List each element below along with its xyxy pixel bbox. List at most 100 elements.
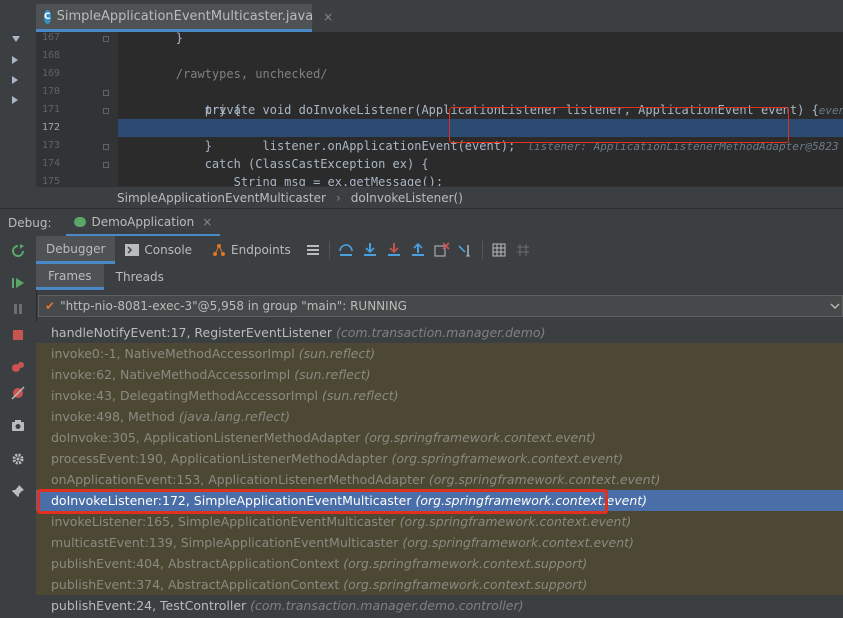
step-over-icon[interactable] bbox=[337, 242, 355, 258]
rerun-icon[interactable] bbox=[11, 244, 25, 258]
editor-file-tab[interactable]: C SimpleApplicationEventMulticaster.java… bbox=[36, 4, 333, 32]
tab-console-label: Console bbox=[144, 243, 193, 257]
debug-tool-header: Debug: DemoApplication × bbox=[0, 208, 843, 237]
frame-row[interactable]: publishEvent:374, AbstractApplicationCon… bbox=[36, 574, 843, 595]
pause-icon[interactable] bbox=[11, 302, 25, 316]
frame-method: processEvent:190, ApplicationListenerMet… bbox=[51, 451, 388, 466]
debug-title: Debug: bbox=[8, 216, 52, 230]
frame-method: handleNotifyEvent:17, RegisterEventListe… bbox=[51, 325, 332, 340]
stop-icon[interactable] bbox=[11, 328, 25, 342]
frame-row[interactable]: invokeListener:165, SimpleApplicationEve… bbox=[36, 511, 843, 532]
close-session-icon[interactable]: × bbox=[202, 215, 212, 229]
code-line: } bbox=[118, 32, 184, 45]
breadcrumb-separator: › bbox=[335, 190, 341, 205]
tab-endpoints[interactable]: Endpoints bbox=[202, 236, 301, 264]
frame-method: doInvoke:305, ApplicationListenerMethodA… bbox=[51, 430, 361, 445]
frame-row[interactable]: invoke:62, NativeMethodAccessorImpl (sun… bbox=[36, 364, 843, 385]
frame-row[interactable]: invoke0:-1, NativeMethodAccessorImpl (su… bbox=[36, 343, 843, 364]
drop-frame-icon[interactable] bbox=[433, 242, 451, 258]
editor-tab-bar: C SimpleApplicationEventMulticaster.java… bbox=[36, 0, 843, 33]
fold-marker-icon[interactable] bbox=[103, 108, 109, 114]
evaluate-expression-icon[interactable] bbox=[490, 242, 508, 258]
frame-package: (org.springframework.context.event) bbox=[428, 472, 661, 487]
expand-arrow-icon[interactable] bbox=[12, 36, 20, 42]
pin-icon[interactable] bbox=[11, 484, 25, 498]
debug-side-toolbar bbox=[0, 236, 37, 618]
line-number-current: 172 bbox=[41, 122, 60, 133]
fold-marker-icon[interactable] bbox=[103, 90, 109, 96]
tab-threads[interactable]: Threads bbox=[104, 264, 176, 290]
step-into-icon[interactable] bbox=[361, 242, 379, 258]
fold-marker-icon[interactable] bbox=[103, 162, 109, 168]
tab-frames[interactable]: Frames bbox=[36, 264, 104, 290]
java-class-icon: C bbox=[44, 9, 51, 24]
debug-session-tab[interactable]: DemoApplication × bbox=[65, 209, 221, 237]
code-line: catch (ClassCastException ex) { bbox=[118, 157, 429, 171]
frame-row[interactable]: invoke:43, DelegatingMethodAccessorImpl … bbox=[36, 385, 843, 406]
frame-row[interactable]: invoke:498, Method (java.lang.reflect) bbox=[36, 406, 843, 427]
camera-icon[interactable] bbox=[11, 418, 25, 432]
collapse-arrow-icon[interactable] bbox=[12, 96, 18, 104]
frame-row[interactable]: multicastEvent:139, SimpleApplicationEve… bbox=[36, 532, 843, 553]
collapse-arrow-icon[interactable] bbox=[12, 56, 18, 64]
collapse-arrow-icon[interactable] bbox=[12, 76, 18, 84]
frame-method: onApplicationEvent:153, ApplicationListe… bbox=[51, 472, 425, 487]
check-icon: ✔ bbox=[45, 299, 56, 313]
debugger-toolbar: Debugger Console Endpoints bbox=[36, 236, 843, 265]
fold-marker-icon[interactable] bbox=[103, 144, 109, 150]
frame-method: publishEvent:374, AbstractApplicationCon… bbox=[51, 577, 340, 592]
tab-debugger[interactable]: Debugger bbox=[36, 236, 116, 264]
frame-method: publishEvent:24, TestController bbox=[51, 598, 247, 613]
frame-package: (org.springframework.context.event) bbox=[391, 451, 624, 466]
file-tab-label: SimpleApplicationEventMulticaster.java bbox=[56, 9, 314, 24]
frame-row[interactable]: onApplicationEvent:153, ApplicationListe… bbox=[36, 469, 843, 490]
frame-package: (org.springframework.context.event) bbox=[402, 535, 634, 550]
frame-method: publishEvent:404, AbstractApplicationCon… bbox=[51, 556, 340, 571]
force-step-into-icon[interactable] bbox=[385, 242, 403, 258]
code-line-comment: /rawtypes, unchecked/ bbox=[118, 67, 328, 81]
breadcrumb-class[interactable]: SimpleApplicationEventMulticaster bbox=[117, 191, 326, 205]
breadcrumb: SimpleApplicationEventMulticaster › doIn… bbox=[36, 186, 843, 208]
tab-endpoints-label: Endpoints bbox=[231, 243, 291, 257]
frame-row[interactable]: publishEvent:24, TestController (com.tra… bbox=[36, 595, 843, 616]
line-number: 170 bbox=[41, 86, 60, 97]
fold-marker-icon[interactable] bbox=[103, 36, 109, 42]
chevron-down-icon[interactable] bbox=[828, 296, 842, 316]
view-breakpoints-icon[interactable] bbox=[11, 360, 25, 374]
line-number: 167 bbox=[41, 32, 60, 43]
frame-row[interactable]: handleNotifyEvent:17, RegisterEventListe… bbox=[36, 322, 843, 343]
endpoints-icon bbox=[213, 244, 226, 256]
line-number: 168 bbox=[41, 50, 60, 61]
frame-method: invoke:43, DelegatingMethodAccessorImpl bbox=[51, 388, 319, 403]
frame-package: (java.lang.reflect) bbox=[178, 409, 291, 424]
resume-icon[interactable] bbox=[11, 276, 25, 290]
breadcrumb-method[interactable]: doInvokeListener() bbox=[351, 191, 463, 205]
frame-package: (org.springframework.context.event) bbox=[364, 430, 596, 445]
tab-console[interactable]: Console bbox=[115, 236, 202, 264]
gear-icon[interactable] bbox=[11, 452, 25, 466]
step-out-icon[interactable] bbox=[409, 242, 427, 258]
run-to-cursor-icon[interactable] bbox=[457, 242, 475, 258]
frame-package: (org.springframework.context.support) bbox=[343, 577, 588, 592]
frame-row[interactable]: processEvent:190, ApplicationListenerMet… bbox=[36, 448, 843, 469]
frame-method: invoke0:-1, NativeMethodAccessorImpl bbox=[51, 346, 295, 361]
frame-package: (com.transaction.manager.demo.controller… bbox=[250, 598, 524, 613]
mute-breakpoints-icon[interactable] bbox=[11, 386, 25, 400]
tab-debugger-label: Debugger bbox=[46, 241, 106, 256]
thread-label: "http-nio-8081-exec-3"@5,958 in group "m… bbox=[60, 299, 407, 313]
annotation-highlight-box bbox=[37, 489, 608, 514]
close-tab-icon[interactable]: × bbox=[323, 10, 333, 24]
frame-package: (sun.reflect) bbox=[294, 367, 371, 382]
tab-frames-label: Frames bbox=[48, 268, 92, 283]
editor-gutter: 167 168 169 170 171 172 173 174 175 bbox=[36, 32, 118, 187]
project-tool-strip bbox=[0, 0, 36, 190]
frame-package: (org.springframework.context.event) bbox=[399, 514, 632, 529]
frame-row[interactable]: publishEvent:404, AbstractApplicationCon… bbox=[36, 553, 843, 574]
trace-icon[interactable] bbox=[514, 242, 532, 258]
frame-method: invoke:498, Method bbox=[51, 409, 175, 424]
frames-list: handleNotifyEvent:17, RegisterEventListe… bbox=[36, 322, 843, 618]
frame-row[interactable]: doInvoke:305, ApplicationListenerMethodA… bbox=[36, 427, 843, 448]
thread-selector[interactable]: ✔ "http-nio-8081-exec-3"@5,958 in group … bbox=[38, 295, 843, 317]
menu-icon[interactable] bbox=[304, 242, 322, 258]
